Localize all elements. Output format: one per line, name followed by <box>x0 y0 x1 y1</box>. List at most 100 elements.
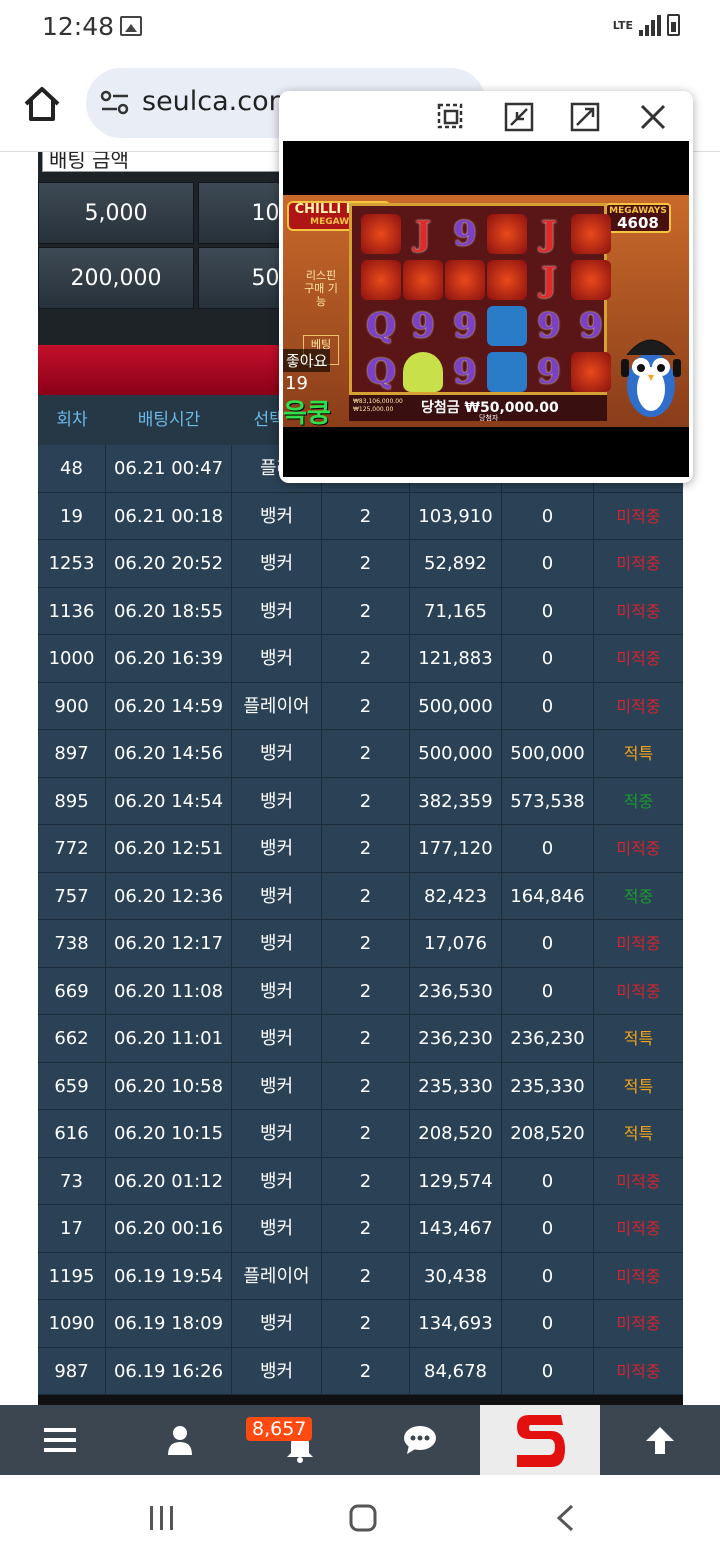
cell-pick: 뱅커 <box>232 1205 322 1252</box>
cell-time: 06.20 14:54 <box>106 777 232 825</box>
video-popup[interactable]: CHILLI HEAT MEGAWAYS MEGAWAYS 4608 리스핀 구… <box>279 91 693 483</box>
signal-icon <box>639 14 661 36</box>
cell-pick: 뱅커 <box>232 1157 322 1205</box>
cell-time: 06.20 20:52 <box>106 540 232 587</box>
cell-payout: 0 <box>502 1347 594 1395</box>
cell-count: 2 <box>322 682 410 730</box>
close-icon[interactable] <box>637 101 669 133</box>
overlay-number: 19 <box>285 373 308 394</box>
home-nav-icon[interactable] <box>348 1503 378 1533</box>
cell-count: 2 <box>322 587 410 635</box>
table-row: 662 06.20 11:01 뱅커 2 236,230 236,230 적특 <box>38 1015 683 1063</box>
cell-pick: 플레이어 <box>232 682 322 730</box>
cell-payout: 0 <box>502 1205 594 1252</box>
cell-pick: 플레이어 <box>232 1252 322 1300</box>
cell-pick: 뱅커 <box>232 920 322 967</box>
cell-bet: 129,574 <box>410 1157 502 1205</box>
cell-pick: 뱅커 <box>232 872 322 920</box>
cell-count: 2 <box>322 1205 410 1252</box>
minimize-icon[interactable] <box>503 101 535 133</box>
table-row: 616 06.20 10:15 뱅커 2 208,520 208,520 적특 <box>38 1110 683 1158</box>
cell-bet: 235,330 <box>410 1062 502 1110</box>
cell-result: 미적중 <box>616 1361 661 1381</box>
cell-result: 미적중 <box>616 981 661 1001</box>
cell-result: 미적중 <box>616 554 661 573</box>
amount-button-200000[interactable]: 200,000 <box>38 247 194 309</box>
status-time: 12:48 <box>42 12 115 41</box>
pepper-symbol-icon <box>566 256 616 304</box>
cell-round: 669 <box>38 967 106 1015</box>
site-settings-icon[interactable] <box>100 90 130 116</box>
cell-payout: 0 <box>502 1300 594 1347</box>
balance-small: ₩83,106,000.00 ₩125,000.00 <box>353 398 403 414</box>
cell-round: 1090 <box>38 1300 106 1347</box>
cell-result: 적특 <box>623 744 654 763</box>
table-row: 19 06.21 00:18 뱅커 2 103,910 0 미적중 <box>38 492 683 540</box>
cell-round: 1253 <box>38 540 106 587</box>
cell-pick: 뱅커 <box>232 540 322 587</box>
balance-value: ₩83,106,000.00 <box>353 398 403 405</box>
cell-count: 2 <box>322 730 410 777</box>
table-row: 659 06.20 10:58 뱅커 2 235,330 235,330 적특 <box>38 1062 683 1110</box>
cell-count: 2 <box>322 1157 410 1205</box>
cell-result: 미적중 <box>616 1266 661 1286</box>
cell-payout: 208,520 <box>502 1110 594 1157</box>
cell-time: 06.20 18:55 <box>106 587 232 635</box>
cell-pick: 뱅커 <box>232 967 322 1015</box>
cell-round: 48 <box>38 445 106 492</box>
cell-bet: 143,467 <box>410 1205 502 1252</box>
cell-bet: 17,076 <box>410 920 502 967</box>
picture-in-picture-icon[interactable] <box>435 101 467 133</box>
cell-time: 06.20 12:17 <box>106 920 232 967</box>
url-text: seulca.com <box>142 86 295 117</box>
android-nav-bar <box>0 1475 720 1560</box>
cell-bet: 82,423 <box>410 872 502 920</box>
popup-controls <box>279 91 693 141</box>
expand-icon[interactable] <box>569 101 601 133</box>
nav-site-logo-button[interactable] <box>480 1405 600 1475</box>
back-icon[interactable] <box>554 1503 576 1533</box>
cell-bet: 103,910 <box>410 492 502 540</box>
chat-icon <box>404 1426 436 1454</box>
cell-pick: 뱅커 <box>232 635 322 682</box>
table-row: 1253 06.20 20:52 뱅커 2 52,892 0 미적중 <box>38 540 683 588</box>
home-icon[interactable] <box>22 84 62 124</box>
cell-round: 17 <box>38 1205 106 1252</box>
nav-user-button[interactable] <box>120 1405 240 1475</box>
video-player[interactable]: CHILLI HEAT MEGAWAYS MEGAWAYS 4608 리스핀 구… <box>283 141 689 477</box>
cell-payout: 0 <box>502 825 594 872</box>
nav-chat-button[interactable] <box>360 1405 480 1475</box>
nav-scroll-top-button[interactable] <box>600 1405 720 1475</box>
amount-button-5000[interactable]: 5,000 <box>38 182 194 244</box>
notification-badge: 8,657 <box>246 1417 313 1441</box>
cell-result: 적중 <box>623 791 654 811</box>
cell-time: 06.20 12:36 <box>106 872 232 920</box>
table-row: 1195 06.19 19:54 플레이어 2 30,438 0 미적중 <box>38 1252 683 1300</box>
cell-result: 미적중 <box>616 696 661 716</box>
cell-result: 미적중 <box>616 934 661 953</box>
cell-payout: 573,538 <box>502 777 594 825</box>
cell-payout: 0 <box>502 1252 594 1300</box>
cell-round: 1000 <box>38 635 106 682</box>
cell-round: 616 <box>38 1110 106 1157</box>
status-bar: 12:48 LTE <box>0 0 720 56</box>
cell-payout: 0 <box>502 492 594 540</box>
bet-value: ₩125,000.00 <box>353 406 394 413</box>
cell-payout: 0 <box>502 635 594 682</box>
cell-count: 2 <box>322 825 410 872</box>
cell-count: 2 <box>322 540 410 587</box>
cell-time: 06.20 11:01 <box>106 1015 232 1062</box>
pepper-symbol-icon <box>566 210 616 258</box>
table-row: 772 06.20 12:51 뱅커 2 177,120 0 미적중 <box>38 825 683 873</box>
nav-menu-button[interactable] <box>0 1405 120 1475</box>
table-row: 987 06.19 16:26 뱅커 2 84,678 0 미적중 <box>38 1347 683 1395</box>
bet-amount-field[interactable]: 배팅 금액 <box>42 152 282 172</box>
recent-apps-icon[interactable] <box>148 1505 176 1531</box>
cell-count: 2 <box>322 1347 410 1395</box>
cell-time: 06.20 14:59 <box>106 682 232 730</box>
table-row: 897 06.20 14:56 뱅커 2 500,000 500,000 적특 <box>38 730 683 778</box>
cell-payout: 236,230 <box>502 1015 594 1062</box>
cell-bet: 236,530 <box>410 967 502 1015</box>
cell-round: 895 <box>38 777 106 825</box>
cell-result: 적특 <box>623 1029 654 1048</box>
